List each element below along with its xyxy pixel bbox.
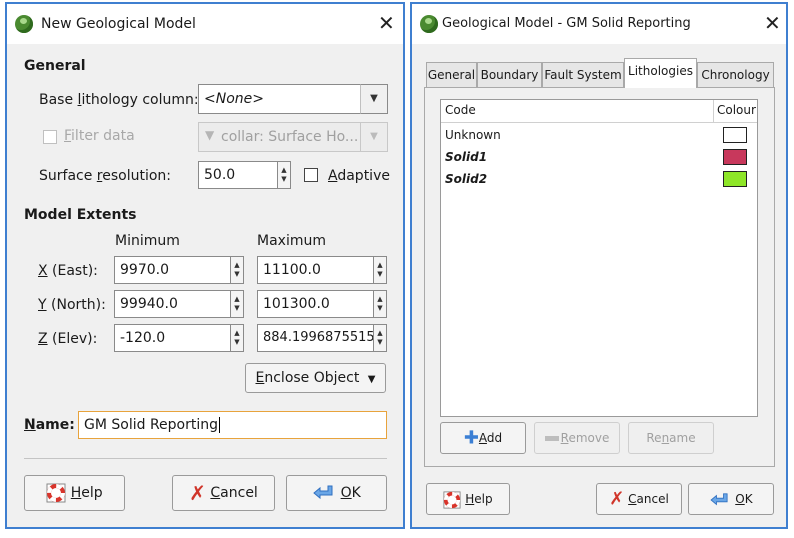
tab-fault-system[interactable]: Fault System [542,62,624,88]
z-elev-label: Z (Elev): [38,331,98,347]
tab-lithologies[interactable]: Lithologies [624,58,697,88]
colour-swatch[interactable] [723,171,747,187]
title-bar: Geological Model - GM Solid Reporting ✕ [412,4,786,44]
chevron-down-icon: ▼ [360,122,388,152]
spin-arrows-icon[interactable]: ▲ ▼ [230,324,244,352]
dialog-title: Geological Model - GM Solid Reporting [442,16,691,31]
tab-general[interactable]: General [426,62,477,88]
lithologies-table: Code Colour Unknown Solid1 Solid2 [440,99,758,417]
spin-arrows-icon[interactable]: ▲ ▼ [373,324,387,352]
z-min-input[interactable]: -120.0 [114,324,231,352]
table-row[interactable]: Unknown [441,126,757,148]
cancel-button[interactable]: ✗ Cancel [596,483,682,515]
name-input[interactable]: GM Solid Reporting [78,411,387,439]
close-icon[interactable]: ✕ [764,11,781,35]
code-cell: Solid1 [445,150,488,164]
ok-button[interactable]: OK [688,483,774,515]
plus-icon: ✚ [463,427,479,449]
cancel-x-icon: ✗ [609,488,625,510]
filter-data-value: collar: Surface Ho... [221,129,359,145]
tab-chronology[interactable]: Chronology [697,62,774,88]
filter-data-checkbox[interactable] [43,130,57,144]
chevron-down-icon: ▼ [367,374,376,385]
cancel-button[interactable]: ✗ Cancel [172,475,275,511]
z-max-input[interactable]: 884.19968755154 [257,324,374,352]
filter-data-combo: collar: Surface Ho... [198,122,361,152]
divider [24,458,387,459]
rename-button[interactable]: Rename [628,422,714,454]
maximum-header: Maximum [257,233,326,249]
x-min-input[interactable]: 9970.0 [114,256,231,284]
help-button[interactable]: Help [24,475,125,511]
new-geological-model-dialog: New Geological Model ✕ General Base lith… [5,2,405,529]
remove-button[interactable]: Remove [534,422,620,454]
surface-resolution-input[interactable]: 50.0 [198,161,279,189]
x-max-input[interactable]: 11100.0 [257,256,374,284]
enclose-object-button[interactable]: Enclose Object ▼ [245,363,386,393]
base-lithology-combo[interactable]: <None> [198,84,361,114]
table-header: Code Colour [441,100,757,123]
filter-icon: ▼ [205,128,215,142]
spin-arrows-icon[interactable]: ▲ ▼ [373,290,387,318]
code-cell: Solid2 [445,172,488,186]
colour-swatch[interactable] [723,127,747,143]
leapfrog-app-icon [420,15,438,33]
geological-model-properties-dialog: Geological Model - GM Solid Reporting ✕ … [410,2,788,529]
filter-data-label: Filter data [64,128,135,144]
spin-arrows-icon[interactable]: ▲ ▼ [373,256,387,284]
cancel-x-icon: ✗ [189,481,206,505]
base-lithology-label: Base lithology column: [39,92,199,108]
ok-button[interactable]: OK [286,475,387,511]
close-icon[interactable]: ✕ [378,11,395,35]
code-column-header[interactable]: Code [445,103,476,117]
code-cell: Unknown [445,128,501,142]
model-extents-heading: Model Extents [24,207,137,223]
title-bar: New Geological Model ✕ [7,4,403,44]
leapfrog-app-icon [15,15,33,33]
minus-icon [544,436,559,441]
dialog-title: New Geological Model [41,16,196,32]
y-min-input[interactable]: 99940.0 [114,290,231,318]
enter-arrow-icon [710,492,728,505]
enter-arrow-icon [313,485,333,500]
y-north-label: Y (North): [38,297,106,313]
colour-swatch[interactable] [723,149,747,165]
x-east-label: X (East): [38,263,98,279]
spin-arrows-icon[interactable]: ▲ ▼ [277,161,291,189]
column-divider [713,100,714,122]
help-button[interactable]: Help [426,483,510,515]
chevron-down-icon[interactable]: ▼ [360,84,388,114]
lifebuoy-icon [46,483,66,503]
name-label: Name: [24,417,75,433]
table-row[interactable]: Solid2 [441,170,757,192]
spin-arrows-icon[interactable]: ▲ ▼ [230,290,244,318]
lifebuoy-icon [443,490,461,509]
colour-column-header[interactable]: Colour [717,103,756,117]
table-row[interactable]: Solid1 [441,148,757,170]
spin-arrows-icon[interactable]: ▲ ▼ [230,256,244,284]
add-button[interactable]: ✚Add [440,422,526,454]
y-max-input[interactable]: 101300.0 [257,290,374,318]
surface-resolution-label: Surface resolution: [39,168,172,184]
general-heading: General [24,58,86,74]
minimum-header: Minimum [115,233,180,249]
tab-boundary[interactable]: Boundary [477,62,542,88]
adaptive-checkbox[interactable] [304,168,318,182]
adaptive-label: Adaptive [328,168,390,184]
